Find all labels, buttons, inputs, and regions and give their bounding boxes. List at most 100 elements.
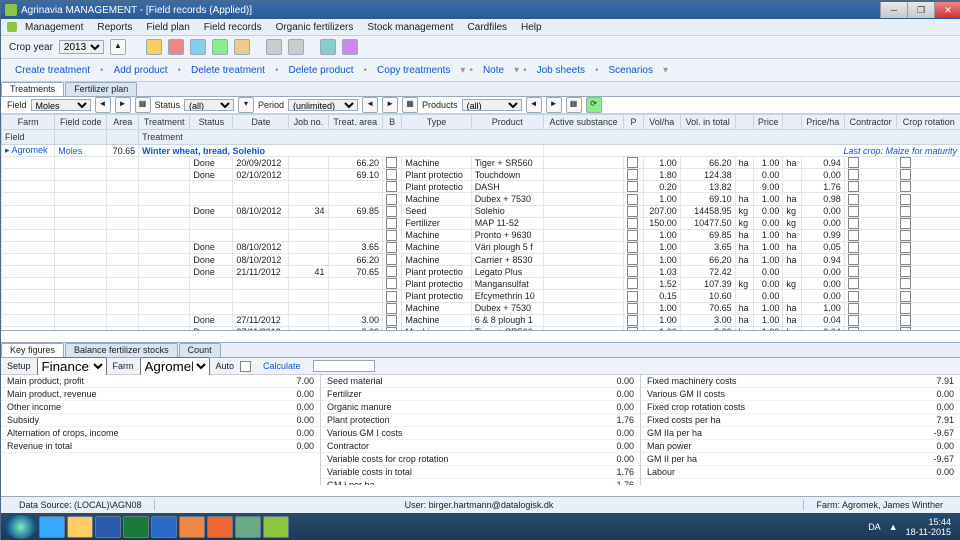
checkbox[interactable] <box>627 327 638 331</box>
taskbar-chrome-icon[interactable] <box>179 516 205 538</box>
checkbox[interactable] <box>627 315 638 326</box>
grid-header[interactable]: Treat. area <box>328 115 382 130</box>
toolbar-icon-4[interactable] <box>212 39 228 55</box>
toolbar-icon-5[interactable] <box>234 39 250 55</box>
grid-header[interactable]: Field code <box>55 115 107 130</box>
toolbar-icon-9[interactable] <box>342 39 358 55</box>
grid-header[interactable]: B <box>383 115 402 130</box>
grid-header[interactable]: Treatment <box>139 115 190 130</box>
checkbox[interactable] <box>386 157 397 168</box>
toolbar-icon-1[interactable] <box>146 39 162 55</box>
refresh-button[interactable]: ⟳ <box>586 97 602 113</box>
tab-key-figures[interactable]: Key figures <box>1 343 64 357</box>
minimize-button[interactable]: ─ <box>880 2 907 18</box>
checkbox[interactable] <box>386 218 397 229</box>
note-link[interactable]: Note <box>477 65 510 76</box>
grid-header[interactable]: Area <box>107 115 139 130</box>
period-prev-button[interactable]: ◄ <box>362 97 378 113</box>
checkbox[interactable] <box>848 230 859 241</box>
checkbox[interactable] <box>627 218 638 229</box>
checkbox[interactable] <box>386 194 397 205</box>
table-row[interactable]: ▸ AgromekMoles70.65Winter wheat, bread, … <box>2 145 960 157</box>
field-select-button[interactable]: ▦ <box>135 97 151 113</box>
checkbox[interactable] <box>386 230 397 241</box>
grid-header[interactable]: Price/ha <box>801 115 844 130</box>
checkbox[interactable] <box>386 242 397 253</box>
products-prev-button[interactable]: ◄ <box>526 97 542 113</box>
checkbox[interactable] <box>900 169 911 180</box>
checkbox[interactable] <box>386 206 397 217</box>
tab-treatments[interactable]: Treatments <box>1 82 64 96</box>
checkbox[interactable] <box>627 157 638 168</box>
checkbox[interactable] <box>900 206 911 217</box>
menu-management[interactable]: Management <box>19 21 89 34</box>
checkbox[interactable] <box>900 303 911 314</box>
checkbox[interactable] <box>627 181 638 192</box>
checkbox[interactable] <box>900 254 911 265</box>
filter-products-select[interactable]: (all) <box>462 99 522 111</box>
toolbar-icon-6[interactable] <box>266 39 282 55</box>
create-treatment-link[interactable]: Create treatment <box>9 65 96 76</box>
grid-header[interactable] <box>735 115 753 130</box>
tab-count[interactable]: Count <box>179 343 221 357</box>
table-row[interactable]: Done02/10/201269.10Plant protectioTouchd… <box>2 169 960 181</box>
checkbox[interactable] <box>627 169 638 180</box>
table-row[interactable]: MachinePronto + 96301.0069.85ha1.00ha0.9… <box>2 229 960 241</box>
checkbox[interactable] <box>848 303 859 314</box>
tab-balance-stocks[interactable]: Balance fertilizer stocks <box>65 343 178 357</box>
taskbar-firefox-icon[interactable] <box>207 516 233 538</box>
filter-period-select[interactable]: (unlimited) <box>288 99 358 111</box>
table-row[interactable]: Done08/10/20123.65MachineVäri plough 5 f… <box>2 241 960 253</box>
checkbox[interactable] <box>386 315 397 326</box>
toolbar-icon-3[interactable] <box>190 39 206 55</box>
checkbox[interactable] <box>386 303 397 314</box>
checkbox[interactable] <box>900 291 911 302</box>
checkbox[interactable] <box>386 181 397 192</box>
checkbox[interactable] <box>627 242 638 253</box>
grid-header[interactable]: Crop rotation <box>897 115 960 130</box>
menu-cardfiles[interactable]: Cardfiles <box>462 21 513 34</box>
checkbox[interactable] <box>900 278 911 289</box>
checkbox[interactable] <box>627 254 638 265</box>
grid-header[interactable]: Farm <box>2 115 55 130</box>
checkbox[interactable] <box>900 327 911 331</box>
checkbox[interactable] <box>848 169 859 180</box>
products-opt-button[interactable]: ▦ <box>566 97 582 113</box>
checkbox[interactable] <box>900 242 911 253</box>
menu-stock[interactable]: Stock management <box>361 21 459 34</box>
tray-lang[interactable]: DA <box>868 522 881 532</box>
checkbox[interactable] <box>848 206 859 217</box>
taskbar-explorer-icon[interactable] <box>67 516 93 538</box>
taskbar-ie-icon[interactable] <box>39 516 65 538</box>
tray-flag-icon[interactable]: ▲ <box>889 522 898 532</box>
checkbox[interactable] <box>627 230 638 241</box>
products-next-button[interactable]: ► <box>546 97 562 113</box>
grid-header[interactable]: Product <box>471 115 543 130</box>
table-row[interactable]: Plant protectioEfcymethrin 100.1510.600.… <box>2 290 960 302</box>
checkbox[interactable] <box>848 327 859 331</box>
grid-header[interactable]: Date <box>233 115 289 130</box>
checkbox[interactable] <box>848 194 859 205</box>
table-row[interactable]: Plant protectioDASH0.2013.829.001.76 <box>2 181 960 193</box>
checkbox[interactable] <box>627 206 638 217</box>
menu-organic[interactable]: Organic fertilizers <box>270 21 360 34</box>
grid-header[interactable]: Price <box>753 115 783 130</box>
checkbox[interactable] <box>848 315 859 326</box>
checkbox[interactable] <box>900 315 911 326</box>
filter-field-select[interactable]: Moles <box>31 99 91 111</box>
taskbar-app-icon[interactable] <box>235 516 261 538</box>
checkbox[interactable] <box>627 303 638 314</box>
delete-product-link[interactable]: Delete product <box>282 65 359 76</box>
grid-header[interactable] <box>783 115 801 130</box>
scenarios-link[interactable]: Scenarios <box>603 65 659 76</box>
checkbox[interactable] <box>900 266 911 277</box>
menu-reports[interactable]: Reports <box>91 21 138 34</box>
auto-checkbox[interactable] <box>240 361 251 372</box>
checkbox[interactable] <box>848 254 859 265</box>
setup-select[interactable]: Finances <box>37 357 107 376</box>
checkbox[interactable] <box>386 169 397 180</box>
checkbox[interactable] <box>386 266 397 277</box>
checkbox[interactable] <box>900 218 911 229</box>
table-row[interactable]: Plant protectioMangansulfat1.52107.39kg0… <box>2 278 960 290</box>
table-row[interactable]: Done27/11/20123.00MachineTiger + SR5601.… <box>2 326 960 331</box>
